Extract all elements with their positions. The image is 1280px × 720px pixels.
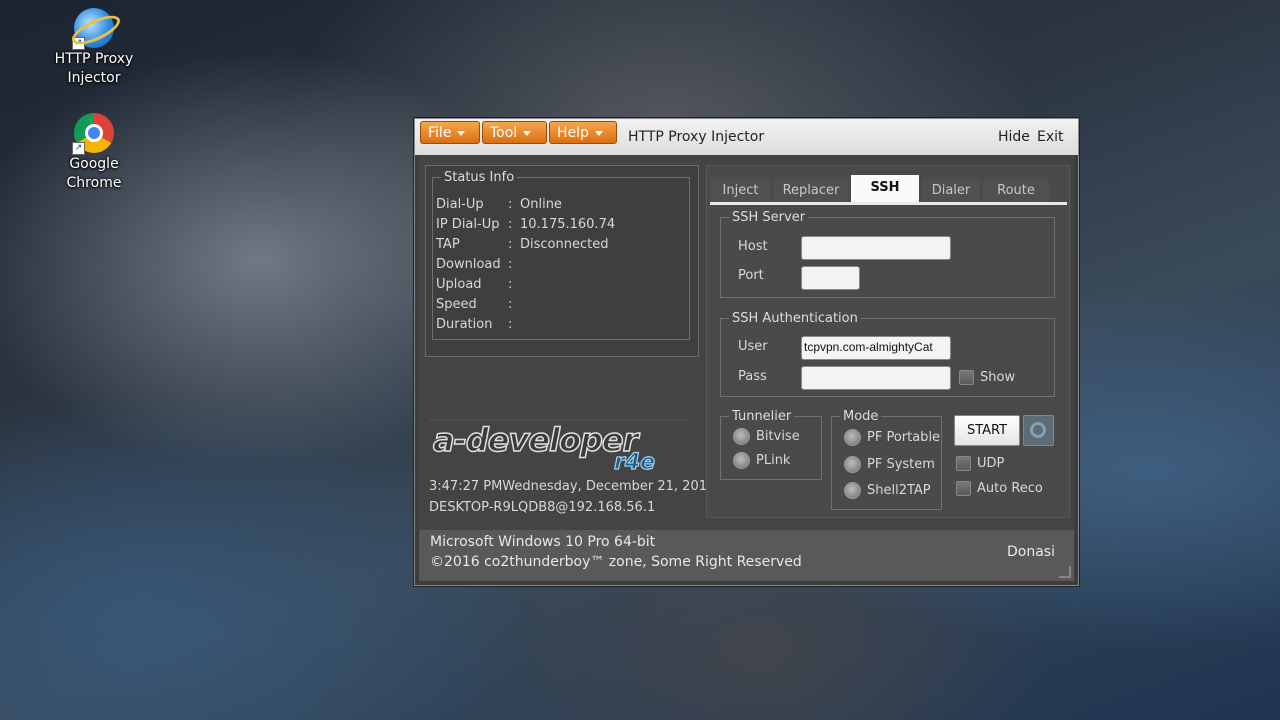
tab-underline	[710, 202, 1067, 205]
pass-input[interactable]	[801, 366, 951, 390]
bitvise-label: Bitvise	[756, 429, 800, 444]
hide-button[interactable]: Hide	[998, 129, 1030, 145]
host-label: Host	[738, 239, 768, 254]
desktop-icon-label: HTTP Proxy Injector	[54, 51, 134, 86]
tab-inject[interactable]: Inject	[710, 179, 771, 202]
user-label: User	[738, 339, 768, 354]
ssh-server-title: SSH Server	[732, 210, 806, 225]
status-panel: Status Info Dial-Up: Online IP Dial-Up:10…	[425, 165, 699, 357]
resize-grip-icon[interactable]	[1059, 566, 1071, 578]
tab-route[interactable]: Route	[983, 179, 1049, 202]
port-input[interactable]	[801, 266, 860, 290]
status-info-title: Status Info	[444, 170, 515, 185]
status-row-download: Download:	[436, 257, 513, 272]
status-row-duration: Duration:	[436, 317, 513, 332]
datetime-text: 3:47:27 PMWednesday, December 21, 2016	[429, 479, 716, 494]
main-area: Status Info Dial-Up: Online IP Dial-Up:10…	[419, 155, 1074, 579]
tap-value: Disconnected	[520, 237, 609, 252]
tab-replacer[interactable]: Replacer	[774, 179, 848, 202]
tunnelier-bitvise-radio[interactable]	[733, 428, 750, 445]
shell2tap-label: Shell2TAP	[867, 483, 931, 498]
udp-label: UDP	[977, 456, 1005, 471]
copyright-text: ©2016 co2thunderboy™ zone, Some Right Re…	[430, 554, 802, 570]
status-info-group: Status Info	[432, 170, 690, 340]
auto-reco-checkbox[interactable]	[956, 481, 971, 496]
chevron-down-icon	[523, 130, 532, 136]
ip-dialup-value: 10.175.160.74	[520, 217, 616, 232]
host-text: DESKTOP-R9LQDB8@192.168.56.1	[429, 500, 656, 515]
mode-shell2tap-radio[interactable]	[844, 482, 861, 499]
title-bar: File Tool Help HTTP Proxy Injector Hide …	[415, 119, 1078, 155]
svg-text:a-developer: a-developer	[433, 421, 641, 459]
status-bar: Microsoft Windows 10 Pro 64-bit ©2016 co…	[419, 530, 1074, 581]
svg-text:r4e: r4e	[614, 450, 655, 475]
desktop-icon-label: Google Chrome	[66, 156, 122, 191]
developer-logo: a-developer r4e	[429, 417, 691, 481]
app-window: File Tool Help HTTP Proxy Injector Hide …	[414, 118, 1079, 586]
mode-pf-system-radio[interactable]	[844, 456, 861, 473]
settings-button[interactable]	[1023, 415, 1054, 446]
plink-label: PLink	[756, 453, 791, 468]
gear-icon	[1030, 422, 1046, 438]
user-input[interactable]: tcpvpn.com-almightyCat	[801, 336, 951, 360]
menu-file[interactable]: File	[420, 121, 480, 144]
chevron-down-icon	[457, 130, 466, 136]
status-row-dialup: Dial-Up: Online	[436, 197, 562, 212]
dialup-value: Online	[520, 197, 562, 212]
show-password-checkbox[interactable]	[959, 370, 974, 385]
tunnelier-plink-radio[interactable]	[733, 452, 750, 469]
show-label: Show	[980, 370, 1016, 385]
pf-system-label: PF System	[867, 457, 935, 472]
donate-link[interactable]: Donasi	[1007, 544, 1055, 560]
menu-tool[interactable]: Tool	[482, 121, 547, 144]
status-row-tap: TAP: Disconnected	[436, 237, 609, 252]
mode-title: Mode	[843, 409, 879, 424]
desktop-icon-http-proxy-injector[interactable]: ↗ HTTP Proxy Injector	[49, 8, 139, 88]
http-proxy-injector-icon: ↗	[72, 8, 114, 50]
pf-portable-label: PF Portable	[867, 430, 941, 445]
status-row-upload: Upload:	[436, 277, 513, 292]
tunnelier-title: Tunnelier	[732, 409, 792, 424]
exit-button[interactable]: Exit	[1037, 129, 1064, 145]
tab-panel: Inject Replacer SSH Dialer Route SSH Ser…	[706, 165, 1070, 518]
status-row-ip-dialup: IP Dial-Up:10.175.160.74	[436, 217, 616, 232]
chrome-icon: ↗	[72, 113, 114, 155]
desktop-icon-google-chrome[interactable]: ↗ Google Chrome	[49, 113, 139, 193]
menu-help[interactable]: Help	[549, 121, 617, 144]
udp-checkbox[interactable]	[956, 456, 971, 471]
ssh-auth-title: SSH Authentication	[732, 311, 858, 326]
os-info: Microsoft Windows 10 Pro 64-bit	[430, 534, 656, 550]
host-input[interactable]	[801, 236, 951, 260]
shortcut-arrow-icon: ↗	[72, 37, 85, 50]
tunnelier-group: Tunnelier	[720, 409, 822, 480]
chevron-down-icon	[594, 130, 603, 136]
shortcut-arrow-icon: ↗	[72, 142, 85, 155]
mode-pf-portable-radio[interactable]	[844, 429, 861, 446]
port-label: Port	[738, 268, 764, 283]
developer-logo-graphic: a-developer r4e	[429, 419, 689, 476]
tab-dialer[interactable]: Dialer	[922, 179, 980, 202]
status-row-speed: Speed:	[436, 297, 513, 312]
start-button[interactable]: START	[954, 415, 1020, 446]
auto-reco-label: Auto Reco	[977, 481, 1043, 496]
tab-ssh[interactable]: SSH	[851, 175, 919, 203]
window-title: HTTP Proxy Injector	[628, 129, 765, 145]
pass-label: Pass	[738, 369, 767, 384]
